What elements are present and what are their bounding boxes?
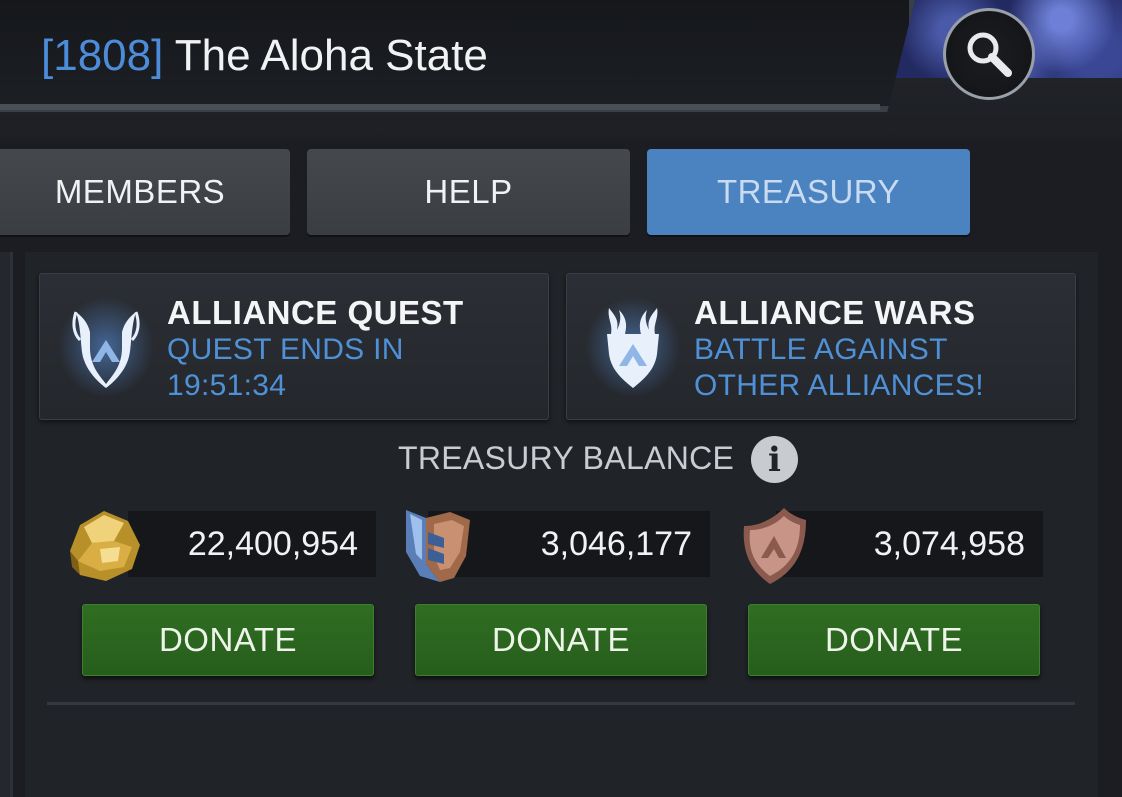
loyalty-shield-icon bbox=[743, 508, 806, 584]
alliance-tag: [1808] bbox=[41, 31, 164, 80]
tab-help[interactable]: HELP bbox=[307, 149, 630, 235]
alliance-title: [1808] The Aloha State bbox=[41, 28, 488, 84]
alliance-quest-emblem-icon bbox=[72, 311, 140, 388]
tab-members[interactable]: MEMBERS bbox=[0, 149, 290, 235]
battlechip-icon bbox=[406, 510, 470, 582]
donate-gold-button[interactable]: DONATE bbox=[82, 604, 374, 676]
search-icon bbox=[967, 32, 1012, 77]
tab-treasury-label: TREASURY bbox=[716, 173, 901, 210]
section-divider bbox=[47, 702, 1075, 705]
alliance-quest-subtitle-line1: QUEST ENDS IN bbox=[167, 333, 404, 366]
donate-loyalty-label: DONATE bbox=[824, 621, 964, 658]
tab-help-label: HELP bbox=[424, 173, 513, 210]
loyalty-amount-box: 3,074,958 bbox=[776, 511, 1043, 577]
info-icon[interactable]: i bbox=[751, 436, 798, 483]
title-bar-underline bbox=[0, 104, 880, 110]
donate-loyalty-button[interactable]: DONATE bbox=[748, 604, 1040, 676]
alliance-wars-title: ALLIANCE WARS bbox=[694, 294, 976, 331]
treasury-balance-label: TREASURY BALANCE bbox=[398, 440, 735, 476]
search-button[interactable] bbox=[943, 8, 1035, 100]
gold-amount-box: 22,400,954 bbox=[128, 511, 376, 577]
donate-gold-label: DONATE bbox=[158, 621, 298, 658]
left-panel-edge-line bbox=[10, 252, 13, 797]
donate-battlechip-button[interactable]: DONATE bbox=[415, 604, 707, 676]
donate-battlechip-label: DONATE bbox=[491, 621, 631, 658]
battlechip-amount: 3,046,177 bbox=[540, 524, 692, 563]
alliance-wars-card[interactable]: ALLIANCE WARS BATTLE AGAINST OTHER ALLIA… bbox=[566, 273, 1076, 420]
alliance-quest-card[interactable]: ALLIANCE QUEST QUEST ENDS IN 19:51:34 bbox=[39, 273, 549, 420]
alliance-quest-subtitle: QUEST ENDS IN 19:51:34 bbox=[167, 332, 404, 404]
alliance-name: The Aloha State bbox=[174, 31, 488, 80]
gold-ore-icon bbox=[70, 511, 140, 581]
alliance-wars-emblem-icon bbox=[607, 308, 659, 388]
alliance-wars-subtitle-line2: OTHER ALLIANCES! bbox=[694, 369, 984, 402]
alliance-quest-title: ALLIANCE QUEST bbox=[167, 294, 464, 331]
gold-amount: 22,400,954 bbox=[187, 524, 358, 563]
alliance-wars-subtitle: BATTLE AGAINST OTHER ALLIANCES! bbox=[694, 332, 984, 404]
loyalty-amount: 3,074,958 bbox=[873, 524, 1025, 563]
tab-members-label: MEMBERS bbox=[54, 173, 226, 210]
alliance-wars-subtitle-line1: BATTLE AGAINST bbox=[694, 333, 948, 366]
alliance-quest-timer: 19:51:34 bbox=[167, 369, 287, 402]
tab-treasury[interactable]: TREASURY bbox=[647, 149, 970, 235]
